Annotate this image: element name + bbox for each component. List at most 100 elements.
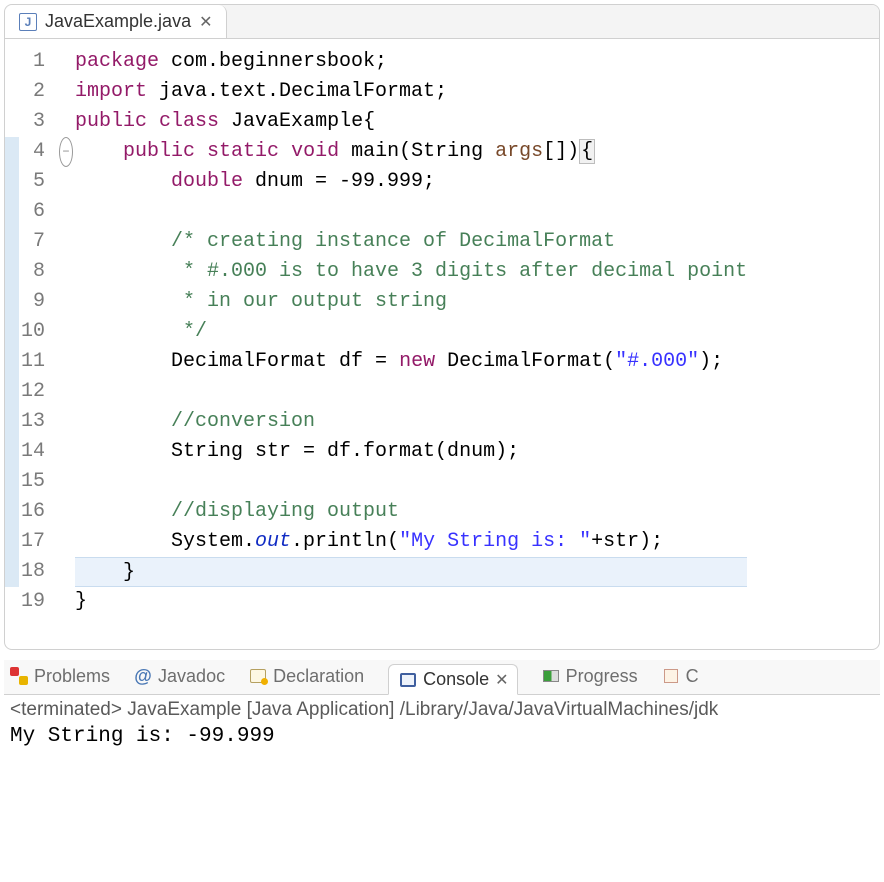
fold-cell [57,47,75,77]
code-editor[interactable]: 12345678910111213141516171819 − package … [5,39,879,617]
tab-declaration-label: Declaration [273,666,364,687]
fold-cell [57,407,75,437]
marker-row [5,137,19,167]
line-number: 1 [19,47,45,77]
marker-row [5,197,19,227]
line-number: 14 [19,437,45,467]
javadoc-icon: @ [134,667,152,685]
fold-cell [57,227,75,257]
line-number: 13 [19,407,45,437]
code-line[interactable]: System.out.println("My String is: "+str)… [75,527,747,557]
generic-tab-icon [664,669,678,683]
line-number: 19 [19,587,45,617]
line-number: 3 [19,107,45,137]
fold-cell [57,197,75,227]
tab-progress-label: Progress [566,666,638,687]
code-line[interactable]: * in our output string [75,287,747,317]
code-line[interactable]: //displaying output [75,497,747,527]
tab-declaration[interactable]: Declaration [249,666,364,687]
marker-row [5,467,19,497]
fold-cell [57,437,75,467]
code-line[interactable]: } [75,557,747,587]
close-icon[interactable]: ✕ [199,12,210,32]
editor-tab-filename: JavaExample.java [45,11,191,32]
line-number: 17 [19,527,45,557]
declaration-icon [250,669,266,683]
fold-cell [57,497,75,527]
line-number: 16 [19,497,45,527]
fold-cell [57,377,75,407]
marker-row [5,107,19,137]
console-status-line: <terminated> JavaExample [Java Applicati… [10,699,874,723]
java-file-icon: J [19,13,37,31]
line-number: 2 [19,77,45,107]
code-line[interactable]: import java.text.DecimalFormat; [75,77,747,107]
tab-javadoc[interactable]: @ Javadoc [134,666,225,687]
marker-row [5,347,19,377]
marker-row [5,527,19,557]
marker-row [5,557,19,587]
editor-tab-bar: J JavaExample.java ✕ [5,5,879,39]
fold-cell [57,107,75,137]
marker-row [5,407,19,437]
code-line[interactable]: double dnum = -99.999; [75,167,747,197]
marker-row [5,227,19,257]
line-number-gutter: 12345678910111213141516171819 [19,47,57,617]
code-line[interactable]: DecimalFormat df = new DecimalFormat("#.… [75,347,747,377]
code-line[interactable]: } [75,587,747,617]
code-line[interactable]: public static void main(String args[]){ [75,137,747,167]
line-number: 4 [19,137,45,167]
fold-cell [57,527,75,557]
bottom-panel: Problems @ Javadoc Declaration Console ✕… [4,660,880,752]
fold-cell [57,467,75,497]
tab-truncated[interactable]: C [662,666,699,687]
line-number: 15 [19,467,45,497]
code-line[interactable]: public class JavaExample{ [75,107,747,137]
tab-problems[interactable]: Problems [10,666,110,687]
tab-progress[interactable]: Progress [542,666,638,687]
console-output: My String is: -99.999 [10,723,874,748]
code-content[interactable]: package com.beginnersbook;import java.te… [75,47,747,617]
console-icon [400,673,416,687]
marker-row [5,257,19,287]
code-line[interactable] [75,467,747,497]
fold-cell [57,557,75,587]
code-line[interactable] [75,197,747,227]
line-number: 11 [19,347,45,377]
marker-row [5,287,19,317]
marker-row [5,497,19,527]
code-line[interactable]: * #.000 is to have 3 digits after decima… [75,257,747,287]
fold-toggle-icon[interactable]: − [59,137,73,167]
fold-cell [57,287,75,317]
tab-console[interactable]: Console ✕ [388,664,517,695]
fold-cell: − [57,137,75,167]
fold-cell [57,347,75,377]
editor-pane: J JavaExample.java ✕ 1234567891011121314… [4,4,880,650]
marker-row [5,77,19,107]
fold-cell [57,587,75,617]
tab-javadoc-label: Javadoc [158,666,225,687]
code-line[interactable]: /* creating instance of DecimalFormat [75,227,747,257]
line-number: 6 [19,197,45,227]
code-line[interactable]: //conversion [75,407,747,437]
code-line[interactable]: */ [75,317,747,347]
marker-row [5,317,19,347]
marker-row [5,47,19,77]
line-number: 8 [19,257,45,287]
tab-console-label: Console [423,669,489,690]
fold-cell [57,257,75,287]
code-line[interactable]: String str = df.format(dnum); [75,437,747,467]
marker-row [5,167,19,197]
code-line[interactable] [75,377,747,407]
fold-cell [57,77,75,107]
marker-row [5,437,19,467]
editor-tab-javaexample[interactable]: J JavaExample.java ✕ [5,5,227,38]
close-icon[interactable]: ✕ [495,670,506,690]
panel-tab-bar: Problems @ Javadoc Declaration Console ✕… [4,660,880,695]
line-number: 9 [19,287,45,317]
line-number: 10 [19,317,45,347]
problems-icon [10,667,28,685]
code-line[interactable]: package com.beginnersbook; [75,47,747,77]
progress-icon [543,670,559,682]
marker-row [5,377,19,407]
